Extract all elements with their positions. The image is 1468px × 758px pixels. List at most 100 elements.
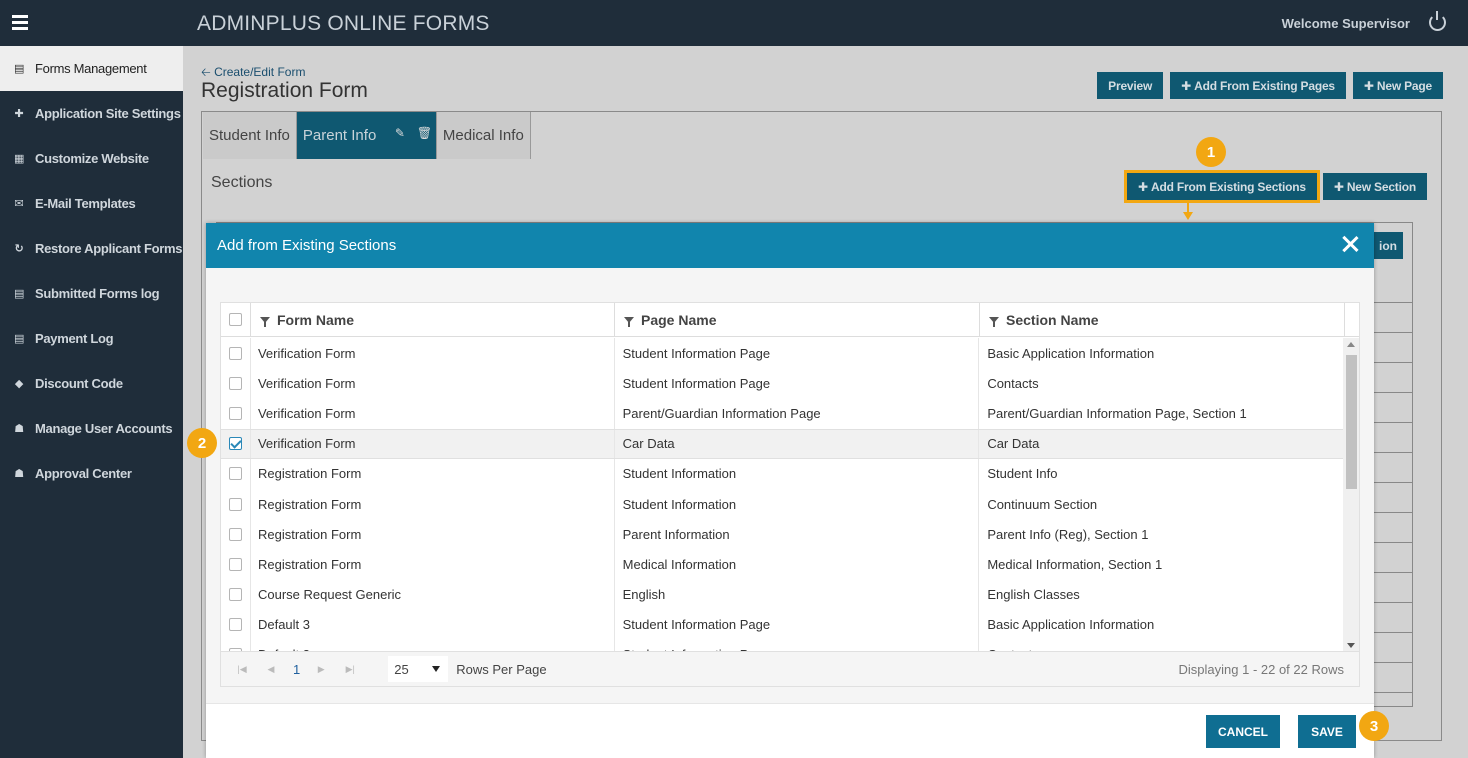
column-page-name[interactable]: Page Name [615,303,980,336]
sidebar-item[interactable]: ☗ Manage User Accounts [0,406,183,451]
column-form-name[interactable]: Form Name [251,303,615,336]
sidebar-topbar [0,0,183,46]
document-icon: ▤ [13,288,25,300]
sections-table: Form Name Page Name Section Name Verific… [220,302,1360,687]
page-tabs: Student Info Parent Info ✎ 🗑 Medical Inf… [203,112,531,159]
sidebar-item-label: Manage User Accounts [35,421,173,436]
column-section-name[interactable]: Section Name [980,303,1345,336]
section-name-cell: Continuum Section [979,488,1344,520]
row-checkbox[interactable] [228,406,242,420]
sidebar-item-label: Discount Code [35,376,123,391]
next-page-icon[interactable]: ▶ [313,664,329,675]
new-page-button[interactable]: ✚ New Page [1352,72,1443,99]
row-checkbox[interactable] [228,527,242,541]
filter-icon[interactable] [989,316,999,327]
table-row[interactable]: Registration Form Student Information Stud… [221,458,1344,489]
add-existing-pages-button[interactable]: ✚ Add From Existing Pages [1170,72,1346,99]
callout-badge-3: 3 [1359,711,1389,741]
scroll-down-icon[interactable] [1347,643,1355,648]
cancel-button[interactable]: CANCEL [1206,715,1280,748]
row-checkbox[interactable] [228,557,242,571]
table-row[interactable]: Verification Form Student Information Pag… [221,368,1344,399]
table-row[interactable]: Registration Form Parent Information Paren… [221,519,1344,550]
save-button[interactable]: SAVE [1298,715,1356,748]
table-row[interactable]: Verification Form Student Information Pag… [221,338,1344,369]
page-size-select[interactable]: 25 [388,656,449,682]
sidebar: ▤ Forms Management ✚ Application Site Setti… [0,0,183,758]
sidebar-item-label: Payment Log [35,331,114,346]
row-checkbox[interactable] [228,376,242,390]
pencil-icon[interactable]: ✎ [395,126,405,140]
page-name-cell: Student Information Page [615,368,980,399]
add-existing-sections-modal: Add from Existing Sections Form Name Pag… [206,223,1374,758]
current-page[interactable]: 1 [293,662,300,677]
preview-button[interactable]: Preview [1097,72,1164,99]
page-name-cell: Student Information Page [615,609,980,640]
sidebar-nav: ▤ Forms Management ✚ Application Site Setti… [0,46,183,496]
document-icon: ▤ [13,333,25,345]
hamburger-menu-icon[interactable] [12,15,28,33]
power-icon[interactable] [1429,11,1446,31]
form-name-cell: Verification Form [251,398,615,429]
close-icon[interactable] [1342,236,1358,252]
sidebar-item[interactable]: ☗ Approval Center [0,451,183,496]
scroll-up-icon[interactable] [1347,342,1355,347]
tab-parent-info[interactable]: Parent Info ✎ 🗑 [296,112,437,159]
table-row[interactable]: Course Request Generic English English Cla… [221,579,1344,610]
sidebar-item[interactable]: ▤ Submitted Forms log [0,271,183,316]
row-checkbox[interactable] [228,618,242,632]
filter-icon[interactable] [624,316,634,327]
tab-student-info[interactable]: Student Info [203,112,297,159]
tab-parent-info-label: Parent Info [302,127,377,144]
table-row[interactable]: Verification Form Car Data Car Data [221,428,1344,459]
page-name-cell: Medical Information [615,549,980,580]
row-checkbox[interactable] [228,467,242,481]
plus-icon: ✚ [1363,78,1377,93]
form-name-cell: Course Request Generic [251,579,615,610]
row-select-cell [221,609,251,640]
row-checkbox[interactable] [228,346,242,360]
row-checkbox[interactable] [228,497,242,511]
table-row[interactable]: Default 3 Student Information Page Basic A… [221,609,1344,640]
form-name-cell: Verification Form [251,368,615,399]
row-select-cell [221,368,251,399]
page-name-cell: Student Information [615,488,980,520]
app-header: ADMINPLUS ONLINE FORMS Welcome Superviso… [183,0,1468,46]
page-name-cell: Student Information Page [615,338,980,369]
grid-icon: ▦ [13,153,25,165]
add-existing-sections-button[interactable]: ✚ Add From Existing Sections [1124,170,1320,203]
scroll-thumb[interactable] [1346,355,1357,489]
form-name-cell: Default 3 [251,609,615,640]
sidebar-item[interactable]: ↻ Restore Applicant Forms [0,226,183,271]
form-name-cell: Registration Form [251,458,615,489]
row-checkbox[interactable] [228,437,242,451]
trash-icon[interactable]: 🗑 [417,126,432,140]
first-page-icon[interactable]: |◀ [234,664,250,675]
sidebar-item[interactable]: ▦ Customize Website [0,136,183,181]
sidebar-item[interactable]: ✚ Application Site Settings [0,91,183,136]
column-section-name-label: Section Name [1006,311,1099,328]
table-header: Form Name Page Name Section Name [221,303,1359,337]
sidebar-item[interactable]: ▤ Payment Log [0,316,183,361]
sidebar-item[interactable]: ▤ Forms Management [0,46,183,91]
new-section-button[interactable]: ✚ New Section [1322,173,1427,200]
last-page-icon[interactable]: ▶| [342,664,358,675]
column-form-name-label: Form Name [277,311,355,328]
plus-icon: ✚ [1138,179,1152,194]
app-title: ADMINPLUS ONLINE FORMS [197,12,490,35]
prev-page-icon[interactable]: ◀ [263,664,279,675]
table-row[interactable]: Registration Form Student Information Cont… [221,488,1344,520]
tab-medical-info[interactable]: Medical Info [436,112,531,159]
sidebar-item-label: Approval Center [35,466,132,481]
envelope-icon: ✉ [14,198,24,210]
sidebar-item[interactable]: ◆ Discount Code [0,361,183,406]
select-all-cell [221,303,251,336]
table-row[interactable]: Verification Form Parent/Guardian Informa… [221,398,1344,429]
table-row[interactable]: Registration Form Medical Information Medi… [221,549,1344,580]
sections-heading: Sections [211,174,273,191]
select-all-checkbox[interactable] [229,313,242,326]
sidebar-item[interactable]: ✉ E-Mail Templates [0,181,183,226]
table-scrollbar[interactable] [1343,338,1359,652]
filter-icon[interactable] [260,316,270,327]
row-checkbox[interactable] [228,588,242,602]
